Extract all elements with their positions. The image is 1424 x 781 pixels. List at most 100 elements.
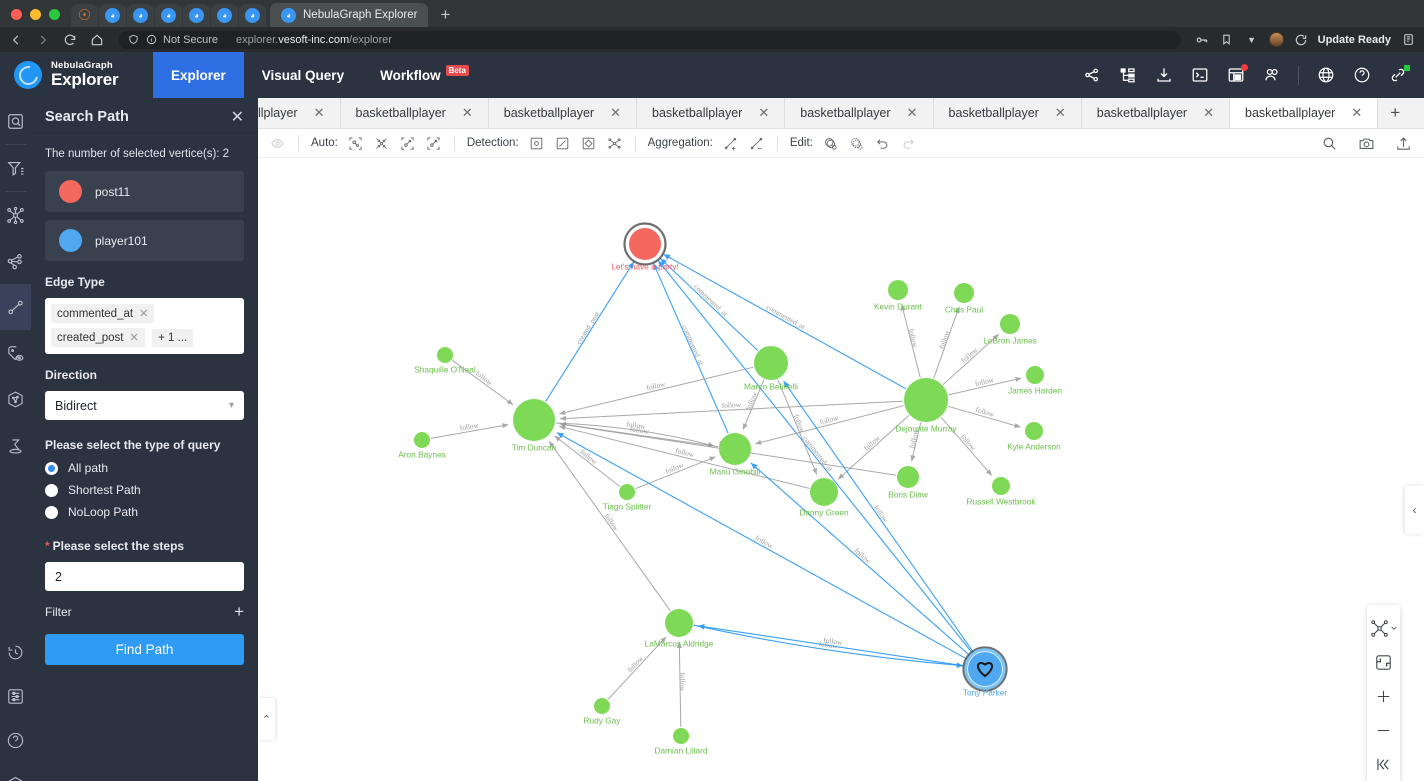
graph-tab[interactable]: basketballplayer ✕ xyxy=(1081,98,1231,128)
edge-tag-overflow[interactable]: + 1 ... xyxy=(152,328,194,347)
language-globe-icon[interactable] xyxy=(1316,66,1335,85)
bottom-panel-collapse-button[interactable]: ⌃ xyxy=(258,698,275,740)
graph-node[interactable]: Let's have a party! xyxy=(611,222,679,272)
diamond-detect-icon[interactable] xyxy=(580,135,597,152)
right-panel-collapse-button[interactable]: ‹ xyxy=(1405,486,1424,534)
rail-item-share-neighbors[interactable] xyxy=(0,238,31,284)
rail-item-statistics[interactable] xyxy=(0,422,31,468)
graph-node[interactable]: Manu Ginobili xyxy=(710,433,761,477)
home-icon[interactable] xyxy=(89,32,105,48)
graph-tab-active[interactable]: basketballplayer ✕ xyxy=(1230,98,1379,128)
redo-icon[interactable] xyxy=(900,135,917,152)
close-icon[interactable]: ✕ xyxy=(1055,105,1066,121)
graph-tab[interactable]: basketballplayer ✕ xyxy=(637,98,786,128)
import-icon[interactable] xyxy=(1154,66,1173,85)
browser-mini-tab[interactable]: ◕ xyxy=(99,4,126,27)
reload-icon[interactable] xyxy=(62,32,78,48)
edge-type-select[interactable]: commented_at ✕ created_post ✕ + 1 ... xyxy=(45,298,244,354)
graph-node[interactable]: Aron Baynes xyxy=(398,432,446,460)
graph-node[interactable]: Damian Lillard xyxy=(654,728,708,756)
graph-tab[interactable]: basketballplayer ✕ xyxy=(340,98,489,128)
browser-active-tab[interactable]: ◕ NebulaGraph Explorer xyxy=(270,3,429,27)
tree-icon[interactable] xyxy=(1118,66,1137,85)
browser-mini-tab[interactable]: ◕ xyxy=(239,4,266,27)
aggregate-in-icon[interactable] xyxy=(722,135,739,152)
schema-icon[interactable] xyxy=(1082,66,1101,85)
update-icon[interactable] xyxy=(1293,32,1309,48)
graph-node[interactable]: Tim Duncan xyxy=(512,399,557,453)
undo-icon[interactable] xyxy=(874,135,891,152)
rail-item-expand-graph[interactable] xyxy=(0,192,31,238)
auto-expand-in-icon[interactable] xyxy=(399,135,416,152)
auto-expand-out-icon[interactable] xyxy=(425,135,442,152)
zoom-out-icon[interactable] xyxy=(1367,713,1400,747)
rail-item-help[interactable] xyxy=(0,718,31,762)
find-path-button[interactable]: Find Path xyxy=(45,634,244,665)
user-group-icon[interactable] xyxy=(1262,66,1281,85)
rail-item-query-search[interactable] xyxy=(0,98,31,144)
edge-tag-created-post[interactable]: created_post ✕ xyxy=(51,328,145,347)
nav-item-explorer[interactable]: Explorer xyxy=(153,52,244,98)
radio-button[interactable] xyxy=(45,505,58,519)
radio-button[interactable] xyxy=(45,483,58,497)
fit-view-icon[interactable] xyxy=(1367,645,1400,679)
rail-item-filter[interactable] xyxy=(0,145,31,191)
nav-item-visual-query[interactable]: Visual Query xyxy=(244,52,362,98)
query-type-option-shortest-path[interactable]: Shortest Path xyxy=(45,483,244,497)
close-icon[interactable]: ✕ xyxy=(231,107,244,127)
graph-tab[interactable]: llplayer ✕ xyxy=(258,98,341,128)
new-tab-button[interactable]: + xyxy=(434,4,456,26)
export-icon[interactable] xyxy=(1394,134,1413,153)
query-type-option-all-path[interactable]: All path xyxy=(45,461,244,475)
close-icon[interactable]: ✕ xyxy=(314,105,325,121)
collapse-left-icon[interactable] xyxy=(1367,747,1400,781)
close-icon[interactable]: ✕ xyxy=(907,105,918,121)
rail-item-settings-list[interactable] xyxy=(0,674,31,718)
graph-node[interactable]: James Harden xyxy=(1008,366,1062,396)
rail-item-history[interactable] xyxy=(0,630,31,674)
close-icon[interactable]: ✕ xyxy=(1351,105,1362,121)
browser-mini-tab[interactable]: ◕ xyxy=(211,4,238,27)
remove-tag-icon[interactable]: ✕ xyxy=(130,331,139,344)
graph-node[interactable]: Danny Green xyxy=(799,478,849,518)
radio-button[interactable] xyxy=(45,461,58,475)
aggregate-out-icon[interactable] xyxy=(748,135,765,152)
graph-node[interactable]: Marco Belinelli xyxy=(744,346,798,392)
key-icon[interactable] xyxy=(1194,32,1210,48)
graph-node[interactable]: Kevin Durant xyxy=(874,280,923,312)
graph-node[interactable]: Tony Parker xyxy=(962,646,1008,698)
auto-collapse-icon[interactable] xyxy=(373,135,390,152)
graph-node[interactable]: Shaquille O'Neal xyxy=(414,347,476,375)
query-type-option-noloop-path[interactable]: NoLoop Path xyxy=(45,505,244,519)
close-icon[interactable]: ✕ xyxy=(462,105,473,121)
nav-item-workflow[interactable]: Workflow Beta xyxy=(362,52,487,98)
update-ready-label[interactable]: Update Ready xyxy=(1318,34,1391,46)
help-circle-icon[interactable] xyxy=(1352,66,1371,85)
window-minimize-button[interactable] xyxy=(30,9,41,20)
graph-tab[interactable]: basketballplayer ✕ xyxy=(933,98,1082,128)
close-icon[interactable]: ✕ xyxy=(610,105,621,121)
layout-icon[interactable] xyxy=(1367,611,1400,645)
add-node-icon[interactable] xyxy=(822,135,839,152)
close-icon[interactable]: ✕ xyxy=(758,105,769,121)
graph-node[interactable]: Kyle Anderson xyxy=(1007,422,1061,452)
close-icon[interactable]: ✕ xyxy=(1203,105,1214,121)
link-icon[interactable] xyxy=(1388,64,1410,85)
steps-input[interactable]: 2 xyxy=(45,562,244,591)
brand-logo-area[interactable]: NebulaGraph Explorer xyxy=(0,61,145,89)
visibility-icon[interactable] xyxy=(269,135,286,152)
avatar[interactable] xyxy=(1268,32,1284,47)
zoom-in-icon[interactable] xyxy=(1367,679,1400,713)
graph-edge[interactable] xyxy=(755,405,904,445)
graph-node[interactable]: Rudy Gay xyxy=(584,698,622,726)
dashboard-icon[interactable] xyxy=(1226,63,1248,85)
graph-node[interactable]: Chris Paul xyxy=(945,283,983,315)
camera-icon[interactable] xyxy=(1357,134,1376,153)
rail-item-path[interactable] xyxy=(0,284,31,330)
graph-svg[interactable]: created_postcommented_atcommented_atcomm… xyxy=(258,158,1424,781)
back-icon[interactable] xyxy=(8,32,24,48)
graph-tab[interactable]: basketballplayer ✕ xyxy=(785,98,934,128)
graph-node[interactable]: Boris Diaw xyxy=(888,466,929,500)
selected-vertex-row[interactable]: post11 xyxy=(45,171,244,212)
cluster-detect-icon[interactable] xyxy=(606,135,623,152)
